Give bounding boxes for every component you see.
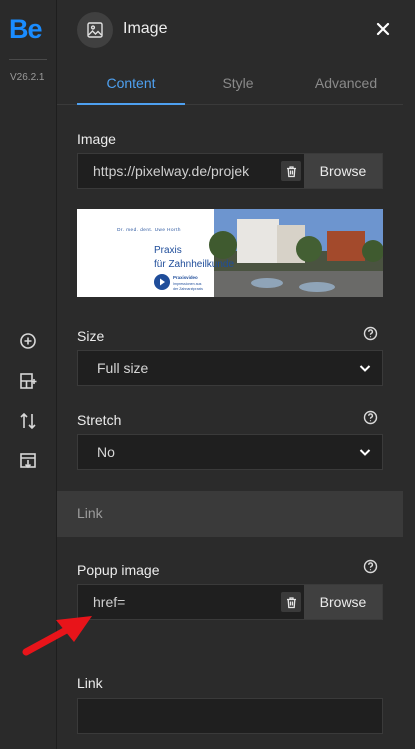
section-title: Link — [77, 505, 103, 521]
panel-title: Image — [123, 20, 168, 37]
popup-image-field: href= Browse — [77, 584, 383, 620]
trash-icon — [281, 161, 301, 181]
popup-remove-button[interactable] — [278, 585, 304, 619]
rail-divider — [9, 59, 47, 60]
tab-content[interactable]: Content — [77, 62, 185, 105]
thumb-heading: Dr. med. dent. Uwe Horth — [117, 227, 181, 232]
close-icon — [376, 22, 390, 36]
sort-arrows-icon[interactable] — [18, 411, 38, 431]
help-icon[interactable] — [363, 559, 378, 574]
popup-image-input[interactable]: href= — [78, 585, 278, 619]
chevron-down-icon — [359, 449, 371, 456]
help-icon[interactable] — [363, 326, 378, 341]
add-circle-icon[interactable] — [18, 331, 38, 351]
link-section-header[interactable]: Link — [57, 491, 403, 537]
thumb-title-1: Praxis — [154, 245, 182, 256]
tab-style[interactable]: Style — [185, 62, 291, 104]
tab-bar: Content Style Advanced — [57, 62, 403, 105]
size-select[interactable]: Full size — [77, 350, 383, 386]
tab-advanced[interactable]: Advanced — [291, 62, 401, 104]
trash-icon — [281, 592, 301, 612]
red-arrow-annotation — [22, 616, 92, 656]
thumb-badge-sub-2: der Zahnarztpraxis — [173, 287, 203, 291]
image-icon — [77, 12, 113, 48]
thumb-title-2: für Zahnheilkunde — [154, 259, 234, 270]
help-icon[interactable] — [363, 410, 378, 425]
image-url-input[interactable]: https://pixelway.de/projek — [78, 154, 278, 188]
link-label: Link — [77, 675, 103, 691]
brand-logo[interactable]: Be — [9, 14, 43, 45]
image-remove-button[interactable] — [278, 154, 304, 188]
popup-image-label: Popup image — [77, 562, 160, 578]
thumb-badge-sub-1: Impressionen aus — [173, 282, 202, 286]
chevron-down-icon — [359, 365, 371, 372]
close-button[interactable] — [373, 19, 393, 39]
stretch-label: Stretch — [77, 412, 122, 428]
thumb-badge-title: Praxisvideo — [173, 275, 198, 280]
image-label: Image — [77, 131, 116, 147]
popup-browse-button[interactable]: Browse — [304, 585, 382, 619]
image-browse-button[interactable]: Browse — [304, 154, 382, 188]
link-input[interactable] — [77, 698, 383, 734]
settings-panel: Image Content Style Advanced Image https… — [57, 0, 415, 749]
import-icon[interactable] — [18, 451, 38, 471]
size-label: Size — [77, 328, 105, 344]
image-url-field: https://pixelway.de/projek Browse — [77, 153, 383, 189]
image-thumbnail[interactable]: Dr. med. dent. Uwe Horth Praxis für Zahn… — [77, 209, 383, 297]
panel-header: Image — [57, 0, 403, 62]
stretch-select[interactable]: No — [77, 434, 383, 470]
stretch-value: No — [97, 444, 115, 460]
size-value: Full size — [97, 360, 149, 376]
version-label: V26.2.1 — [10, 72, 45, 83]
layout-add-icon[interactable] — [18, 371, 38, 391]
